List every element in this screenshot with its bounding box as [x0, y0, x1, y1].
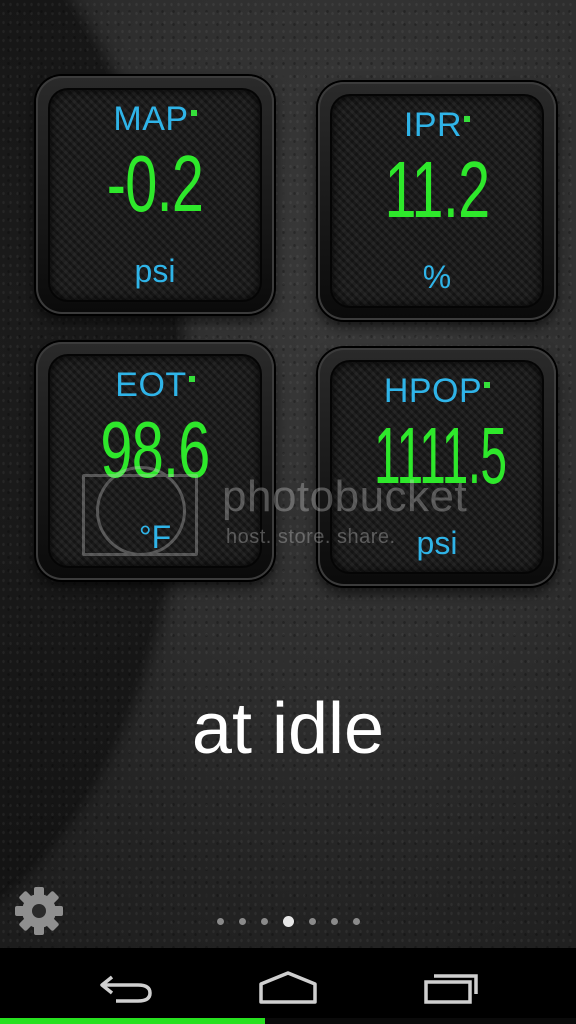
gauge-label: HPOP — [332, 372, 542, 411]
gauge-unit: psi — [134, 253, 176, 289]
gauge-label: MAP — [50, 100, 260, 139]
gauge-value: 11.2 — [384, 145, 491, 234]
status-dot-icon — [464, 116, 471, 122]
gauge-face: EOT 98.6 °F — [50, 356, 260, 566]
gauge-map[interactable]: MAP -0.2 psi — [36, 76, 274, 314]
gauge-label: IPR — [332, 106, 542, 145]
gauge-eot[interactable]: EOT 98.6 °F — [36, 342, 274, 580]
gauge-face: IPR 11.2 % — [332, 96, 542, 306]
status-dot-icon — [190, 110, 197, 116]
recents-button[interactable] — [412, 964, 492, 1012]
back-button[interactable] — [88, 964, 168, 1012]
gauge-unit: % — [422, 259, 452, 295]
caption-text: at idle — [191, 689, 385, 769]
gauge-value: -0.2 — [106, 139, 204, 228]
gauge-label: EOT — [50, 366, 260, 405]
gauge-ipr[interactable]: IPR 11.2 % — [318, 82, 556, 320]
page-dot[interactable] — [330, 918, 338, 925]
navigation-bar — [0, 948, 576, 1024]
gauge-value: 98.6 — [100, 405, 210, 494]
home-icon — [259, 971, 317, 1004]
gauge-unit: °F — [138, 519, 172, 555]
gauge-hpop[interactable]: HPOP 1111.5 psi — [318, 348, 556, 586]
gauge-face: MAP -0.2 psi — [50, 90, 260, 300]
progress-fill — [0, 1018, 265, 1024]
page-indicator — [0, 916, 576, 927]
gear-icon — [15, 887, 63, 935]
page-dot-active[interactable] — [282, 916, 294, 927]
dashboard-screen: MAP -0.2 psi IPR 11.2 % EOT 98.6 °F HPOP… — [0, 0, 576, 1024]
progress-track — [0, 1018, 576, 1024]
page-dot[interactable] — [352, 918, 360, 925]
page-dot[interactable] — [308, 918, 316, 925]
status-dot-icon — [484, 382, 491, 388]
home-button[interactable] — [248, 964, 328, 1012]
page-dot[interactable] — [260, 918, 268, 925]
page-dot[interactable] — [216, 918, 224, 925]
gauge-face: HPOP 1111.5 psi — [332, 362, 542, 572]
back-icon — [100, 975, 152, 1003]
gauge-unit: psi — [416, 525, 458, 561]
gauge-value: 1111.5 — [374, 411, 507, 500]
recents-icon — [424, 974, 478, 1004]
settings-button[interactable] — [12, 884, 66, 938]
page-dot[interactable] — [238, 918, 246, 925]
status-dot-icon — [188, 376, 195, 382]
